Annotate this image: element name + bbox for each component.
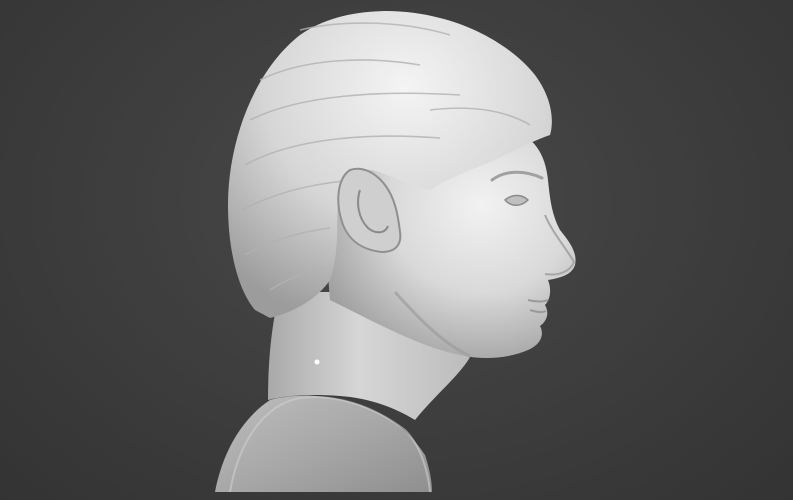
specular-highlight — [314, 359, 320, 365]
bust-render — [215, 11, 576, 493]
render-viewport — [0, 0, 793, 500]
